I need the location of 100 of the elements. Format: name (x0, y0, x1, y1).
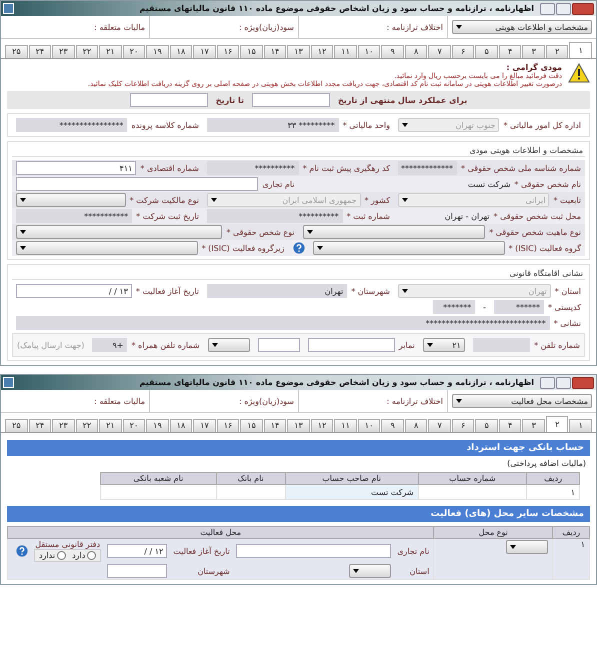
field-label: دفتر قانونی مستقل (35, 540, 100, 549)
tab[interactable]: ۴ (498, 419, 522, 432)
field-label: تاریخ آغاز فعالیت (173, 546, 230, 556)
tab[interactable]: ۲۴ (28, 419, 52, 432)
field-label: نوع ماهیت شخص حقوقی * (489, 228, 581, 236)
dropdown[interactable] (302, 225, 486, 239)
tab[interactable]: ۲ (546, 45, 568, 58)
tab[interactable]: ۳ (522, 419, 545, 432)
tab[interactable]: ۱۶ (216, 419, 240, 432)
app-icon (3, 3, 14, 14)
tab[interactable]: ۷ (428, 45, 451, 58)
date-field[interactable] (130, 93, 208, 107)
dropdown[interactable] (312, 241, 505, 255)
field-value: شرکت تست (468, 180, 510, 188)
field-label: شماره تلفن * (534, 340, 580, 350)
field-label: تاریخ آغاز فعالیت * (136, 286, 199, 296)
text-field[interactable]: ۱۳ / / (16, 284, 132, 298)
tab[interactable]: ۱۲ (310, 45, 334, 58)
tab[interactable]: ۲۳ (52, 419, 75, 432)
tab[interactable]: ۲۱ (99, 419, 122, 432)
tab[interactable]: ۴ (498, 45, 522, 58)
text-field[interactable] (258, 338, 300, 352)
text-field[interactable]: ۴۱۱ (16, 161, 136, 175)
summary-label: اختلاف ترازنامه : (386, 22, 443, 32)
tab[interactable]: ۱۵ (240, 419, 263, 432)
text-field[interactable] (16, 177, 258, 191)
tab[interactable]: ۱۸ (170, 45, 192, 58)
readonly-field: تهران (207, 284, 348, 298)
tab[interactable]: ۶ (452, 419, 474, 432)
dropdown[interactable]: ۲۱ (422, 338, 465, 352)
tab[interactable]: ۲۵ (5, 45, 28, 58)
tab[interactable]: ۱۱ (334, 45, 357, 58)
tab[interactable]: ۱۴ (264, 45, 286, 58)
window-controls-icon[interactable] (540, 376, 594, 388)
tab[interactable]: ۱۲ (310, 419, 334, 432)
dropdown[interactable] (506, 540, 548, 554)
dropdown[interactable] (16, 193, 126, 207)
tab[interactable]: ۱ (569, 42, 592, 58)
tab[interactable]: ۲۰ (122, 419, 146, 432)
section-title: نشانی اقامتگاه قانونی (12, 268, 585, 280)
tab[interactable]: ۱۳ (287, 419, 310, 432)
radio-button[interactable]: دارد (72, 551, 96, 560)
field-label: نام شخص حقوقی * (514, 180, 581, 188)
window-controls-icon[interactable] (540, 2, 594, 14)
tab[interactable]: ۳ (522, 45, 545, 58)
section-header: حساب بانکی جهت استرداد (7, 440, 590, 456)
field-label: نوع مالکیت شرکت * (130, 196, 199, 204)
field-label: تا تاریخ (216, 96, 244, 104)
date-field[interactable] (252, 93, 330, 107)
help-icon[interactable] (292, 242, 304, 254)
radio-button[interactable]: ندارد (39, 551, 66, 560)
tab[interactable]: ۲۱ (99, 45, 122, 58)
readonly-field: **************** (16, 118, 128, 132)
tab[interactable]: ۹ (381, 419, 404, 432)
tab[interactable]: ۱۱ (334, 419, 357, 432)
dropdown[interactable] (16, 225, 222, 239)
tab[interactable]: ۲۳ (52, 45, 75, 58)
tab[interactable]: ۱۸ (170, 419, 192, 432)
dropdown[interactable]: مشخصات و اطلاعات هویتی (452, 20, 592, 34)
text-field[interactable] (308, 338, 395, 352)
tab[interactable]: ۱۷ (193, 45, 216, 58)
dropdown[interactable] (208, 338, 250, 352)
tab[interactable]: ۱۶ (216, 45, 240, 58)
tab[interactable]: ۱۷ (193, 419, 216, 432)
column-header: نوع محل (434, 526, 553, 538)
tab[interactable]: ۷ (428, 419, 451, 432)
tab[interactable]: ۸ (404, 45, 428, 58)
tab[interactable]: ۶ (452, 45, 474, 58)
tab[interactable]: ۱۳ (287, 45, 310, 58)
tab[interactable]: ۵ (475, 45, 498, 58)
text-field[interactable] (107, 564, 168, 578)
tab[interactable]: ۱۵ (240, 45, 263, 58)
tab[interactable]: ۲۰ (122, 45, 146, 58)
tab[interactable]: ۲۴ (28, 45, 52, 58)
dropdown[interactable] (349, 564, 392, 578)
tab[interactable]: ۵ (475, 419, 498, 432)
readonly-field: ********* ۳۳ (207, 118, 339, 132)
tab[interactable]: ۲۲ (76, 419, 98, 432)
field-label: شماره شناسه ملی شخص حقوقی * (461, 164, 581, 172)
date-field[interactable]: ۱۲ / / (107, 544, 168, 558)
text-field[interactable] (236, 544, 392, 558)
tab[interactable]: ۱۰ (358, 45, 380, 58)
dropdown[interactable]: مشخصات محل فعالیت (452, 394, 592, 408)
window-title: اظهارنامه ، ترازنامه و حساب سود و زیان اشخاص حقوقی موضوع ماده ۱۱۰ قانون مالیاتهای مستقیم (140, 378, 534, 387)
tab[interactable]: ۱۴ (264, 419, 286, 432)
tab[interactable]: ۹ (381, 45, 404, 58)
tab[interactable]: ۱۰ (358, 419, 380, 432)
tab[interactable]: ۲ (546, 416, 568, 432)
warning-icon (568, 63, 590, 83)
field-value: - (483, 302, 486, 312)
tab[interactable]: ۸ (404, 419, 428, 432)
tab[interactable]: ۱ (569, 419, 592, 432)
help-icon[interactable] (16, 545, 28, 557)
tab[interactable]: ۱۹ (146, 419, 169, 432)
tab[interactable]: ۱۹ (146, 45, 169, 58)
dropdown[interactable] (16, 241, 198, 255)
hint-text: (جهت ارسال پیامک) (17, 340, 84, 350)
tab[interactable]: ۲۵ (5, 419, 28, 432)
tab[interactable]: ۲۲ (76, 45, 98, 58)
field-label: کشور * (364, 196, 390, 204)
